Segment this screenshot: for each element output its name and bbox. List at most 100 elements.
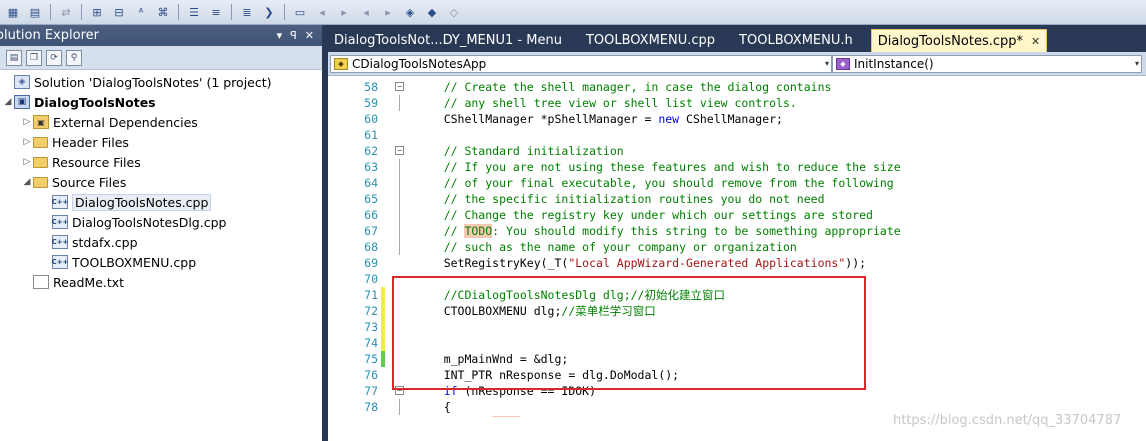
nav-icon-4[interactable]: ▸ — [379, 4, 397, 20]
refresh-icon[interactable]: ⟳ — [46, 49, 62, 66]
line-number: 62 — [364, 144, 378, 158]
toolbar-separator — [231, 4, 232, 20]
code-line[interactable]: 58 − // Create the shell manager, in case… — [328, 79, 1146, 95]
gutter — [380, 111, 394, 127]
code-line[interactable]: 69 SetRegistryKey(_T("Local AppWizard-Ge… — [328, 255, 1146, 271]
text-file-icon — [33, 275, 49, 289]
code-text: // Change the registry key under which o… — [410, 208, 873, 222]
tree-item[interactable]: ▷ Resource Files — [0, 152, 322, 172]
nav-icon-6[interactable]: ◆ — [423, 4, 441, 20]
nav-icon-5[interactable]: ◈ — [401, 4, 419, 20]
code-text: // of your final executable, you should … — [410, 176, 894, 190]
font-icon[interactable]: ᴬ — [132, 4, 150, 20]
document-tab[interactable]: DialogToolsNotes.cpp* ✕ — [870, 29, 1048, 52]
collapse-icon[interactable]: − — [395, 146, 404, 155]
fold-guide — [399, 223, 400, 239]
code-token: // — [416, 416, 492, 417]
code-token: )); — [845, 256, 867, 270]
tree-item-label: Header Files — [52, 134, 129, 150]
code-line[interactable]: 65 // the specific initialization routin… — [328, 191, 1146, 207]
nav-back-icon[interactable]: ◂ — [313, 4, 331, 20]
nav-forward-icon[interactable]: ▸ — [335, 4, 353, 20]
show-all-files-icon[interactable]: ❐ — [26, 49, 42, 66]
undo-icon[interactable]: ⇄ — [57, 4, 75, 20]
collapsed-arrow-icon[interactable]: ▷ — [21, 117, 33, 127]
code-token: // — [416, 224, 465, 238]
member-combo-value: InitInstance() — [854, 56, 934, 71]
nav-icon-7[interactable]: ◇ — [445, 4, 463, 20]
line-number: 76 — [364, 368, 378, 382]
code-line[interactable]: 62 − // Standard initialization — [328, 143, 1146, 159]
chevron-down-icon: ▾ — [824, 58, 829, 68]
save-all-icon[interactable]: ▤ — [26, 4, 44, 20]
comment-icon[interactable]: ≣ — [238, 4, 256, 20]
tree-item[interactable]: ◈ Solution 'DialogToolsNotes' (1 project) — [0, 72, 322, 92]
tree-item[interactable]: ReadMe.txt — [0, 272, 322, 292]
fold-guide — [399, 159, 400, 175]
code-line[interactable]: 63 // If you are not using these feature… — [328, 159, 1146, 175]
tree-item[interactable]: ▷ Header Files — [0, 132, 322, 152]
code-line[interactable]: 61 — [328, 127, 1146, 143]
toolbar-separator — [284, 4, 285, 20]
code-token: CShellManager; — [679, 112, 783, 126]
align-left-icon[interactable]: ⊞ — [88, 4, 106, 20]
uncomment-icon[interactable]: ❯ — [260, 4, 278, 20]
nav-icon-3[interactable]: ◂ — [357, 4, 375, 20]
tree-item[interactable]: C++ TOOLBOXMENU.cpp — [0, 252, 322, 272]
navigation-bar: ◆ CDialogToolsNotesApp ▾ ◆ InitInstance(… — [328, 52, 1146, 76]
toolbox-icon[interactable]: ▦ — [4, 4, 22, 20]
fold-guide — [399, 191, 400, 207]
line-number: 60 — [364, 112, 378, 126]
expanded-arrow-icon[interactable]: ◢ — [2, 97, 14, 107]
code-line[interactable]: 68 // such as the name of your company o… — [328, 239, 1146, 255]
code-line[interactable]: 66 // Change the registry key under whic… — [328, 207, 1146, 223]
code-text: // TODO: You should modify this string t… — [410, 224, 901, 238]
member-combo[interactable]: ◆ InitInstance() ▾ — [832, 54, 1142, 73]
code-line[interactable]: 67 // TODO: You should modify this strin… — [328, 223, 1146, 239]
view-code-icon[interactable]: ⚲ — [66, 49, 82, 66]
collapse-icon[interactable]: − — [395, 82, 404, 91]
folder-icon — [33, 156, 48, 168]
properties-icon[interactable]: ▤ — [6, 49, 22, 66]
gutter — [380, 399, 394, 415]
line-number: 72 — [364, 304, 378, 318]
close-icon[interactable]: ✕ — [305, 29, 314, 42]
tree-item[interactable]: C++ stdafx.cpp — [0, 232, 322, 252]
code-line[interactable]: 64 // of your final executable, you shou… — [328, 175, 1146, 191]
tree-item[interactable]: C++ DialogToolsNotes.cpp — [0, 192, 322, 212]
document-tab[interactable]: TOOLBOXMENU.h — [733, 29, 871, 52]
code-token: TODO — [464, 224, 493, 238]
tab-label: TOOLBOXMENU.h — [739, 33, 853, 48]
solution-explorer-toolbar: ▤ ❐ ⟳ ⚲ — [0, 46, 322, 70]
bookmark-icon[interactable]: ⌘ — [154, 4, 172, 20]
code-line[interactable]: 60 CShellManager *pShellManager = new CS… — [328, 111, 1146, 127]
tree-item[interactable]: ◢ Source Files — [0, 172, 322, 192]
tree-item[interactable]: ◢ ▣ DialogToolsNotes — [0, 92, 322, 112]
tree-item[interactable]: C++ DialogToolsNotesDlg.cpp — [0, 212, 322, 232]
panel-header-buttons[interactable]: ▾ ꟼ ✕ — [277, 29, 322, 42]
fold-guide — [399, 175, 400, 191]
line-number: 61 — [364, 128, 378, 142]
cpp-file-icon: C++ — [52, 215, 68, 229]
code-token: // any shell tree view or shell list vie… — [416, 96, 797, 110]
document-tab[interactable]: TOOLBOXMENU.cpp — [580, 29, 733, 52]
code-line[interactable]: 59 // any shell tree view or shell list … — [328, 95, 1146, 111]
close-tab-icon[interactable]: ✕ — [1031, 35, 1040, 48]
tree-item[interactable]: ▷ ▣ External Dependencies — [0, 112, 322, 132]
fold-guide — [399, 95, 400, 111]
outdent-icon[interactable]: ≡ — [207, 4, 225, 20]
pin-icon[interactable]: ꟼ — [290, 29, 297, 42]
document-tab[interactable]: DialogToolsNot...DY_MENU1 - Menu — [328, 29, 580, 52]
expanded-arrow-icon[interactable]: ◢ — [21, 177, 33, 187]
solution-icon: ◈ — [14, 75, 30, 89]
code-text: { — [410, 400, 451, 414]
collapsed-arrow-icon[interactable]: ▷ — [21, 137, 33, 147]
class-combo[interactable]: ◆ CDialogToolsNotesApp ▾ — [330, 54, 832, 73]
align-right-icon[interactable]: ⊟ — [110, 4, 128, 20]
window-icon[interactable]: ▭ — [291, 4, 309, 20]
collapsed-arrow-icon[interactable]: ▷ — [21, 157, 33, 167]
code-token: new — [658, 112, 680, 126]
gutter — [380, 143, 394, 159]
indent-icon[interactable]: ☰ — [185, 4, 203, 20]
dropdown-icon[interactable]: ▾ — [277, 29, 283, 42]
